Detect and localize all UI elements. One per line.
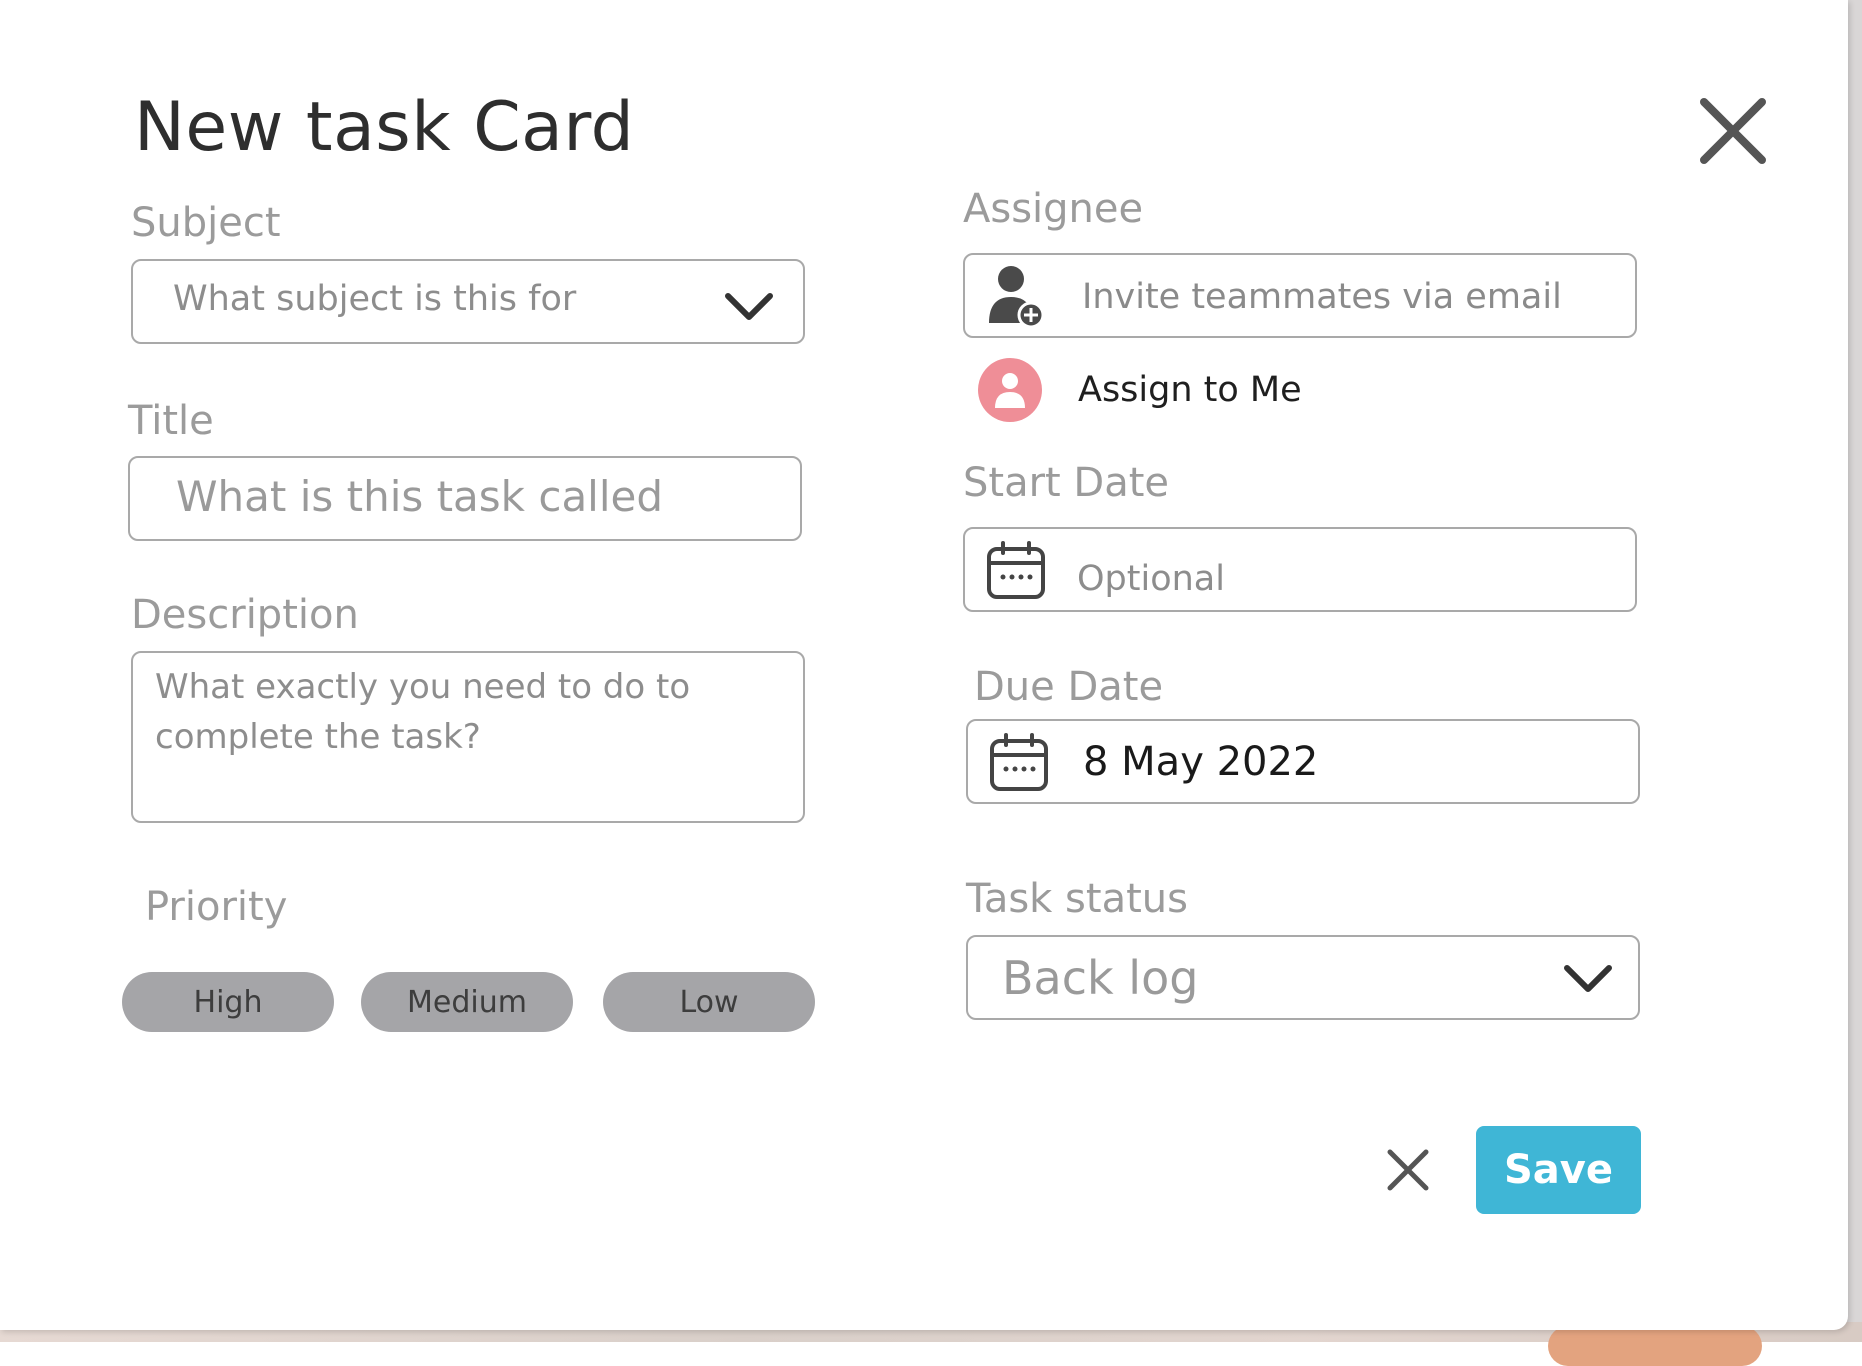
assign-to-me-link[interactable]: Assign to Me [1078,370,1302,410]
task-status-value: Back log [1002,951,1199,1005]
start-date-placeholder: Optional [1077,559,1225,599]
subject-select[interactable]: What subject is this for [131,259,805,344]
title-input[interactable]: What is this task called [128,456,802,541]
cancel-icon[interactable] [1386,1148,1430,1192]
add-user-icon [989,266,1045,329]
start-date-label: Start Date [963,460,1170,506]
description-label: Description [131,592,359,638]
close-icon[interactable] [1698,96,1768,166]
assignee-email-input[interactable]: Invite teammates via email [963,253,1637,338]
description-textarea[interactable]: What exactly you need to do to complete … [131,651,805,823]
priority-medium-button[interactable]: Medium [361,972,573,1032]
task-status-label: Task status [966,876,1188,922]
chevron-down-icon [1564,965,1612,992]
priority-label: Priority [145,884,288,930]
priority-high-button[interactable]: High [122,972,334,1032]
start-date-input[interactable]: Optional [963,527,1637,612]
new-task-modal: New task Card Subject What subject is th… [0,0,1848,1330]
subject-label: Subject [131,200,281,246]
modal-title: New task Card [134,88,635,167]
calendar-icon [990,733,1048,791]
assignee-label: Assignee [963,186,1144,232]
chevron-down-icon [725,293,773,320]
due-date-label: Due Date [974,664,1164,710]
calendar-icon [987,541,1045,599]
due-date-value: 8 May 2022 [1083,739,1319,785]
title-placeholder: What is this task called [176,472,664,521]
subject-placeholder: What subject is this for [173,279,577,319]
description-placeholder-line1: What exactly you need to do to [155,667,691,707]
backdrop-priority-badge [1548,1326,1762,1366]
save-button[interactable]: Save [1476,1126,1641,1214]
assign-to-me-avatar[interactable] [978,358,1042,422]
priority-low-button[interactable]: Low [603,972,815,1032]
title-label: Title [128,398,214,444]
due-date-input[interactable]: 8 May 2022 [966,719,1640,804]
assignee-placeholder: Invite teammates via email [1082,277,1562,317]
description-placeholder-line2: complete the task? [155,717,481,757]
user-icon [995,373,1025,408]
task-status-select[interactable]: Back log [966,935,1640,1020]
